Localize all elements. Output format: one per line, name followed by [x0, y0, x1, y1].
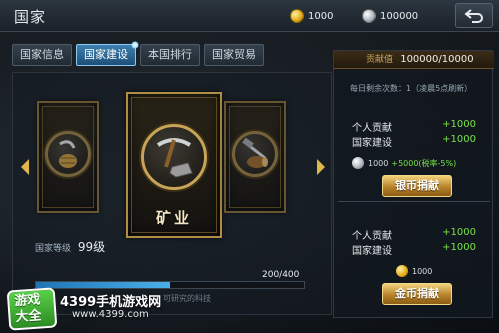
contribution-header: 贡献值 100000/10000 — [334, 51, 494, 69]
silver-cost: 1000 +5000(税率-5%) — [352, 157, 456, 169]
silver-personal-row: 个人贡献 +1000 — [352, 119, 476, 134]
gold-currency: 1000 — [290, 8, 333, 24]
silver-personal-label: 个人贡献 — [352, 123, 392, 134]
section-divider — [338, 201, 490, 202]
tab-country-ranking[interactable]: 本国排行 — [140, 44, 200, 66]
country-level: 国家等级 99级 — [35, 238, 105, 255]
level-progress-fill — [36, 282, 170, 288]
silver-cost-amount: 1000 — [368, 158, 389, 168]
building-card-mining[interactable]: 矿业 — [126, 92, 222, 238]
gold-personal-amount: +1000 — [442, 227, 476, 238]
carousel-next-arrow-icon[interactable] — [317, 159, 325, 175]
gold-cost-amount: 1000 — [412, 266, 433, 276]
agriculture-medal — [45, 131, 91, 177]
country-level-value: 99级 — [77, 240, 106, 254]
building-card-industry[interactable] — [224, 101, 286, 213]
gold-national-row: 国家建设 +1000 — [352, 242, 476, 257]
gold-personal-row: 个人贡献 +1000 — [352, 227, 476, 242]
back-button[interactable] — [455, 3, 493, 28]
site-watermark: 游戏 大全 4399手机游戏网 www.4399.com — [2, 287, 202, 331]
watermark-url: www.4399.com — [72, 309, 149, 320]
country-level-label: 国家等级 — [35, 244, 72, 254]
level-progress-bar — [35, 281, 305, 289]
tab-bar: 国家信息 国家建设 本国排行 国家贸易 — [12, 41, 264, 66]
hammer-log-icon — [242, 137, 268, 168]
daily-remaining: 每日剩余次数：1（凌晨5点刷新） — [350, 84, 473, 93]
silver-amount: 100000 — [380, 10, 419, 22]
carousel-prev-arrow-icon[interactable] — [21, 159, 29, 175]
silver-cost-coin-icon — [352, 157, 364, 169]
pickaxe-ore-icon — [156, 138, 193, 178]
sickle-grain-icon — [59, 140, 77, 168]
silver-national-row: 国家建设 +1000 — [352, 134, 476, 149]
gold-national-label: 国家建设 — [352, 246, 392, 257]
gold-national-amount: +1000 — [442, 242, 476, 253]
gold-personal-label: 个人贡献 — [352, 231, 392, 242]
silver-donate-button[interactable]: 银币捐献 — [382, 175, 452, 197]
building-card-agriculture[interactable] — [37, 101, 99, 213]
silver-national-amount: +1000 — [442, 134, 476, 145]
page-title: 国家 — [14, 8, 47, 26]
gold-coin-icon — [290, 9, 304, 23]
silver-coin-icon — [362, 9, 376, 23]
watermark-logo-text: 游戏 大全 — [13, 292, 43, 326]
donation-panel: 贡献值 100000/10000 每日剩余次数：1（凌晨5点刷新） 个人贡献 +… — [333, 50, 494, 318]
watermark-site-name: 4399手机游戏网 — [60, 295, 162, 310]
mining-medal — [141, 124, 207, 190]
silver-national-label: 国家建设 — [352, 138, 392, 149]
gold-donate-button[interactable]: 金币捐献 — [382, 283, 452, 305]
building-carousel-panel: 矿业 国家等级 99级 200/400 可研究的科技 — [12, 72, 332, 315]
progress-text: 200/400 — [262, 270, 300, 280]
gold-cost: 1000 — [396, 265, 432, 277]
tab-country-trade[interactable]: 国家贸易 — [204, 44, 264, 66]
building-name: 矿业 — [155, 209, 192, 227]
top-bar: 国家 1000 100000 — [0, 0, 499, 32]
watermark-logo: 游戏 大全 — [6, 287, 58, 331]
tab-country-info[interactable]: 国家信息 — [12, 44, 72, 66]
gold-cost-coin-icon — [396, 265, 408, 277]
contribution-value: 100000/10000 — [400, 54, 474, 65]
back-arrow-icon — [464, 8, 483, 23]
contribution-label: 贡献值 — [366, 55, 394, 65]
industry-medal — [232, 131, 278, 177]
silver-currency: 100000 — [362, 8, 418, 24]
gold-amount: 1000 — [308, 10, 334, 22]
silver-cost-bonus: +5000(税率-5%) — [391, 158, 457, 168]
silver-personal-amount: +1000 — [442, 119, 476, 130]
tab-country-construction[interactable]: 国家建设 — [76, 41, 139, 66]
